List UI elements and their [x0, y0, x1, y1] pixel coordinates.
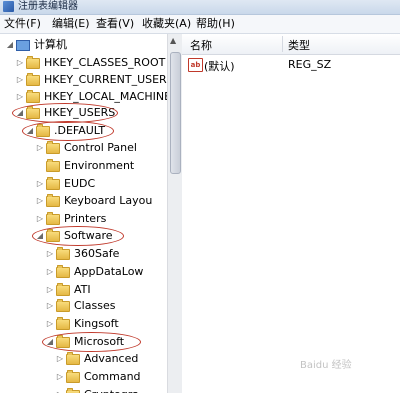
menu-help[interactable]: 帮助(H) [194, 16, 237, 32]
tree-node-label: Kingsoft [74, 317, 119, 330]
values-pane: 名称 类型 ab (默认) REG_SZ [182, 34, 400, 393]
tree-node-label: 360Safe [74, 247, 120, 260]
menu-view[interactable]: 查看(V) [94, 16, 136, 32]
folder-icon [46, 141, 60, 154]
regedit-icon [3, 1, 14, 12]
tree-node-label: Printers [64, 212, 107, 225]
expand-arrow-icon[interactable]: ▷ [46, 282, 54, 298]
folder-icon [56, 299, 70, 312]
annotation-circle [42, 332, 141, 352]
annotation-circle [12, 103, 118, 123]
scroll-thumb[interactable] [170, 52, 181, 174]
folder-icon [56, 283, 70, 296]
expand-arrow-icon[interactable]: ▷ [46, 316, 54, 332]
folder-icon [26, 73, 40, 86]
tree-node-label: AppDataLow [74, 265, 144, 278]
expand-arrow-icon[interactable]: ▷ [46, 264, 54, 280]
expand-arrow-icon[interactable]: ▷ [36, 211, 44, 227]
folder-icon [66, 352, 80, 365]
tree-node-label: Control Panel [64, 141, 137, 154]
tree-node-label: HKEY_CURRENT_USER [44, 73, 167, 86]
menu-edit[interactable]: 编辑(E) [50, 16, 92, 32]
folder-icon [26, 56, 40, 69]
expand-arrow-icon[interactable]: ▷ [36, 193, 44, 209]
expand-arrow-icon[interactable]: ▷ [46, 246, 54, 262]
tree-node-label: EUDC [64, 177, 96, 190]
list-header: 名称 类型 [182, 34, 400, 55]
column-name[interactable]: 名称 [190, 37, 212, 53]
scroll-up-icon[interactable]: ▲ [170, 36, 176, 45]
expand-arrow-icon[interactable]: ▷ [36, 140, 44, 156]
tree-node-label: Keyboard Layou [64, 194, 153, 207]
expand-arrow-icon[interactable]: ▷ [46, 298, 54, 314]
tree-node-label: Classes [74, 299, 116, 312]
expand-arrow-icon[interactable]: ▷ [56, 387, 64, 393]
folder-icon [26, 90, 40, 103]
menu-file[interactable]: 文件(F) [2, 16, 43, 32]
folder-icon [46, 194, 60, 207]
annotation-circle [32, 226, 124, 246]
folder-icon [46, 177, 60, 190]
folder-icon [56, 317, 70, 330]
folder-icon [46, 159, 60, 172]
title-bar: 注册表编辑器 [0, 0, 400, 15]
column-divider[interactable] [282, 36, 283, 52]
window-title: 注册表编辑器 [18, 1, 78, 12]
tree-node-label: HKEY_CLASSES_ROOT [44, 56, 166, 69]
string-value-icon: ab [188, 58, 203, 72]
annotation-circle [22, 121, 114, 141]
tree-node-label: Command [84, 370, 141, 383]
menu-favorites[interactable]: 收藏夹(A) [140, 16, 193, 32]
watermark: Baidu 经验 [300, 360, 352, 371]
folder-icon [56, 247, 70, 260]
value-name: (默认) [204, 60, 235, 73]
menu-bar: 文件(F) 编辑(E) 查看(V) 收藏夹(A) 帮助(H) [0, 15, 400, 34]
folder-icon [56, 265, 70, 278]
expand-arrow-icon[interactable]: ▷ [16, 72, 24, 88]
collapse-arrow-icon[interactable]: ◢ [6, 37, 14, 53]
computer-icon [16, 40, 30, 51]
value-type: REG_SZ [288, 58, 332, 71]
column-type[interactable]: 类型 [288, 37, 310, 53]
value-row[interactable]: ab (默认) REG_SZ [182, 56, 400, 74]
folder-icon [66, 370, 80, 383]
expand-arrow-icon[interactable]: ▷ [16, 89, 24, 105]
expand-arrow-icon[interactable]: ▷ [16, 55, 24, 71]
tree-node-label: Advanced [84, 352, 139, 365]
registry-tree[interactable]: ◢ 计算机 ▷ HKEY_CLASSES_ROOT ▷ HKEY_CURRENT_USER… [0, 34, 182, 393]
tree-node-label: Cryptogra [84, 387, 139, 393]
tree-node-label: Environment [64, 159, 135, 172]
tree-node-label: 计算机 [34, 38, 67, 51]
expand-arrow-icon[interactable]: ▷ [36, 176, 44, 192]
expand-arrow-icon[interactable]: ▷ [56, 369, 64, 385]
tree-scrollbar[interactable]: ▲ [167, 34, 182, 393]
expand-arrow-icon[interactable]: ▷ [56, 351, 64, 367]
tree-node-label: ATI [74, 283, 91, 296]
folder-icon [46, 212, 60, 225]
